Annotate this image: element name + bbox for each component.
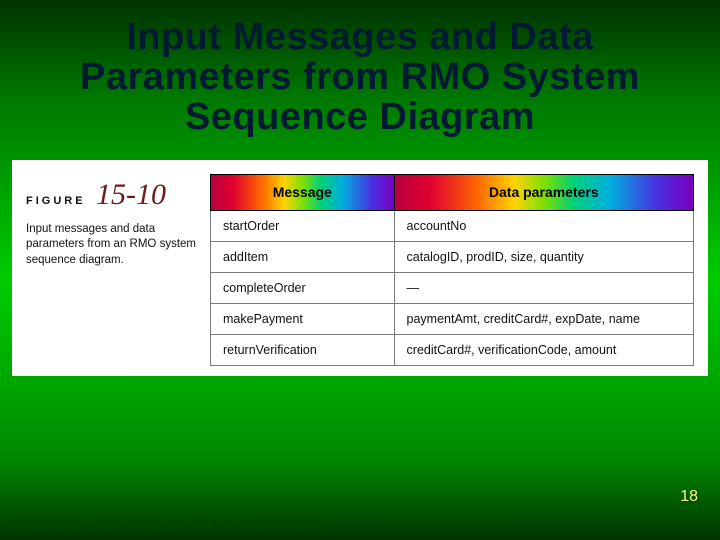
cell-message: addItem <box>211 241 395 272</box>
cell-params: — <box>394 272 693 303</box>
header-params: Data parameters <box>394 174 693 210</box>
cell-message: startOrder <box>211 210 395 241</box>
cell-params: accountNo <box>394 210 693 241</box>
header-message: Message <box>211 174 395 210</box>
table-wrap: Message Data parameters startOrder accou… <box>210 174 694 366</box>
cell-message: returnVerification <box>211 334 395 365</box>
cell-params: creditCard#, verificationCode, amount <box>394 334 693 365</box>
table-row: makePayment paymentAmt, creditCard#, exp… <box>211 303 694 334</box>
figure-left: FIGURE 15-10 Input messages and data par… <box>26 174 206 366</box>
figure-caption: Input messages and data parameters from … <box>26 222 196 269</box>
table-row: completeOrder — <box>211 272 694 303</box>
figure-heading: FIGURE 15-10 <box>26 178 206 212</box>
figure-label: FIGURE <box>26 195 86 207</box>
data-table: Message Data parameters startOrder accou… <box>210 174 694 366</box>
table-header-row: Message Data parameters <box>211 174 694 210</box>
table-row: startOrder accountNo <box>211 210 694 241</box>
slide-title: Input Messages and Data Parameters from … <box>0 0 720 148</box>
page-number: 18 <box>680 488 698 506</box>
header-params-text: Data parameters <box>489 184 599 200</box>
table-row: addItem catalogID, prodID, size, quantit… <box>211 241 694 272</box>
cell-params: paymentAmt, creditCard#, expDate, name <box>394 303 693 334</box>
header-message-text: Message <box>273 184 332 200</box>
footer-text: System Analysis and Design Jess Role 200… <box>8 518 332 534</box>
table-row: returnVerification creditCard#, verifica… <box>211 334 694 365</box>
cell-params: catalogID, prodID, size, quantity <box>394 241 693 272</box>
cell-message: makePayment <box>211 303 395 334</box>
figure-number: 15-10 <box>96 178 166 212</box>
figure-panel: FIGURE 15-10 Input messages and data par… <box>12 160 708 376</box>
cell-message: completeOrder <box>211 272 395 303</box>
